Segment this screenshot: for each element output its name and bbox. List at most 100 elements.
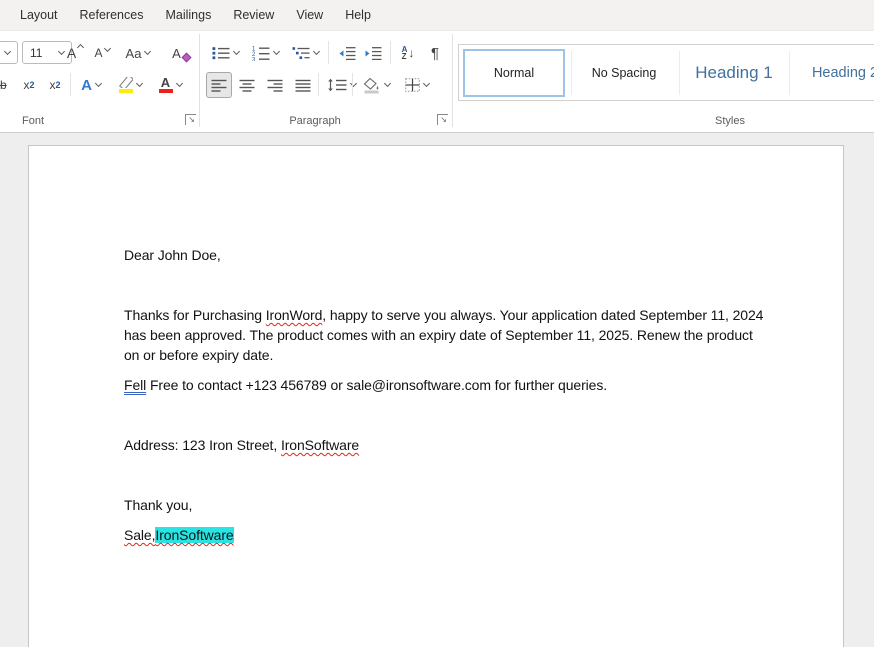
line-spacing-button[interactable] — [322, 72, 360, 98]
align-center-button[interactable] — [234, 72, 260, 98]
shrink-font-icon: A — [94, 46, 102, 60]
paragraph[interactable] — [124, 465, 763, 485]
text-run: Address: 123 Iron Street, — [124, 437, 281, 453]
text-run: Free to contact +123 456789 or sale@iron… — [146, 377, 607, 393]
justify-button[interactable] — [290, 72, 316, 98]
paragraph[interactable]: Sale,IronSoftware — [124, 525, 763, 545]
style-normal[interactable]: Normal — [463, 49, 565, 97]
highlight-button[interactable] — [112, 72, 148, 98]
paragraph-group-label: Paragraph — [272, 115, 358, 127]
increase-indent-icon — [364, 46, 382, 60]
chevron-down-icon — [349, 80, 356, 87]
change-case-button[interactable]: Aa — [118, 40, 158, 66]
text-run: Thank you, — [124, 497, 192, 513]
text-run: , happy to serve you always. Your applic… — [322, 307, 763, 323]
decrease-indent-button[interactable] — [334, 40, 360, 66]
font-color-icon: A — [161, 77, 170, 88]
text-run: on or before expiry date. — [124, 347, 273, 363]
font-name-dropdown[interactable] — [0, 41, 18, 64]
paragraph-dialog-launcher[interactable]: ↘ — [437, 114, 448, 125]
ribbon-tab-bar: Layout References Mailings Review View H… — [0, 0, 874, 31]
numbering-icon: 1 2 3 — [252, 45, 270, 61]
font-size-value: 11 — [30, 46, 42, 60]
chevron-down-icon — [423, 80, 430, 87]
shrink-font-button[interactable]: A — [90, 40, 114, 66]
borders-icon — [405, 78, 420, 92]
align-left-button[interactable] — [206, 72, 232, 98]
text-run: IronWord — [266, 307, 323, 323]
increase-indent-button[interactable] — [360, 40, 386, 66]
style-heading-2[interactable]: Heading 2 — [795, 49, 874, 97]
paragraph[interactable]: Fell Free to contact +123 456789 or sale… — [124, 375, 763, 395]
svg-text:3: 3 — [252, 57, 256, 61]
styles-gallery: Normal No Spacing Heading 1 Heading 2 — [458, 44, 874, 101]
paragraph[interactable]: Address: 123 Iron Street, IronSoftware — [124, 435, 763, 455]
show-formatting-button[interactable]: ¶ — [424, 40, 446, 66]
text-run: IronSoftware — [281, 437, 359, 453]
chevron-down-icon — [144, 48, 151, 55]
paragraph[interactable]: Thanks for Purchasing IronWord, happy to… — [124, 305, 763, 365]
borders-button[interactable] — [398, 72, 436, 98]
shading-button[interactable] — [358, 72, 394, 98]
text-run: Dear John Doe, — [124, 247, 221, 263]
ribbon-tab-review[interactable]: Review — [233, 8, 274, 22]
sort-button[interactable]: A Z ↓ — [394, 40, 422, 66]
grow-font-button[interactable]: A — [62, 40, 88, 66]
paragraph[interactable]: Dear John Doe, — [124, 245, 763, 265]
sort-arrow-icon: ↓ — [408, 46, 414, 60]
subscript-button[interactable]: x2 — [16, 72, 42, 98]
chevron-down-icon — [272, 48, 279, 55]
styles-group-label: Styles — [705, 115, 755, 127]
justify-icon — [295, 79, 311, 92]
chevron-down-icon — [135, 80, 142, 87]
pilcrow-icon: ¶ — [431, 45, 439, 62]
font-dialog-launcher[interactable]: ↘ — [185, 114, 196, 125]
grow-font-icon: A — [67, 45, 76, 61]
eraser-icon — [181, 53, 191, 63]
chevron-down-icon — [95, 80, 102, 87]
align-center-icon — [239, 79, 255, 92]
paragraph[interactable] — [124, 275, 763, 295]
text-run: has been approved. The product comes wit… — [124, 327, 753, 343]
strikethrough-button[interactable]: ab — [0, 72, 10, 98]
superscript-button[interactable]: x2 — [42, 72, 68, 98]
multilevel-list-icon — [292, 46, 310, 60]
style-no-spacing[interactable]: No Spacing — [575, 49, 673, 97]
ribbon: 11 A A Aa A ab x2 x2 A A — [0, 31, 874, 133]
text-effects-icon: A — [81, 77, 92, 94]
font-color-button[interactable]: A — [152, 72, 188, 98]
line-spacing-icon — [327, 78, 347, 92]
ribbon-tab-view[interactable]: View — [296, 8, 323, 22]
paragraph[interactable] — [124, 405, 763, 425]
numbering-button[interactable]: 1 2 3 — [246, 40, 284, 66]
sort-icon: A Z — [402, 46, 408, 61]
font-group-label: Font — [22, 115, 44, 127]
bullets-button[interactable] — [206, 40, 244, 66]
highlighter-pen-icon — [119, 77, 133, 88]
document-page[interactable]: Dear John Doe, Thanks for Purchasing Iron… — [28, 145, 844, 647]
ribbon-tab-layout[interactable]: Layout — [20, 8, 58, 22]
ribbon-tab-help[interactable]: Help — [345, 8, 371, 22]
caret-up-icon — [77, 43, 84, 50]
clear-formatting-button[interactable]: A — [166, 40, 196, 66]
clear-formatting-icon: A — [172, 46, 181, 61]
caret-down-icon — [103, 44, 110, 51]
paragraph[interactable]: Thank you, — [124, 495, 763, 515]
font-color-bar — [159, 89, 173, 93]
text-run: Sale, — [124, 527, 155, 543]
chevron-down-icon — [383, 80, 390, 87]
align-right-icon — [267, 79, 283, 92]
shading-bucket-icon — [363, 77, 381, 94]
chevron-down-icon — [175, 80, 182, 87]
ribbon-tab-references[interactable]: References — [80, 8, 144, 22]
text-run: Fell — [124, 377, 146, 393]
change-case-icon: Aa — [126, 46, 142, 61]
align-right-button[interactable] — [262, 72, 288, 98]
text-run: Thanks for Purchasing — [124, 307, 266, 323]
align-left-icon — [211, 79, 227, 92]
chevron-down-icon — [312, 48, 319, 55]
text-effects-button[interactable]: A — [74, 72, 108, 98]
multilevel-list-button[interactable] — [286, 40, 324, 66]
style-heading-1[interactable]: Heading 1 — [683, 49, 785, 97]
ribbon-tab-mailings[interactable]: Mailings — [165, 8, 211, 22]
